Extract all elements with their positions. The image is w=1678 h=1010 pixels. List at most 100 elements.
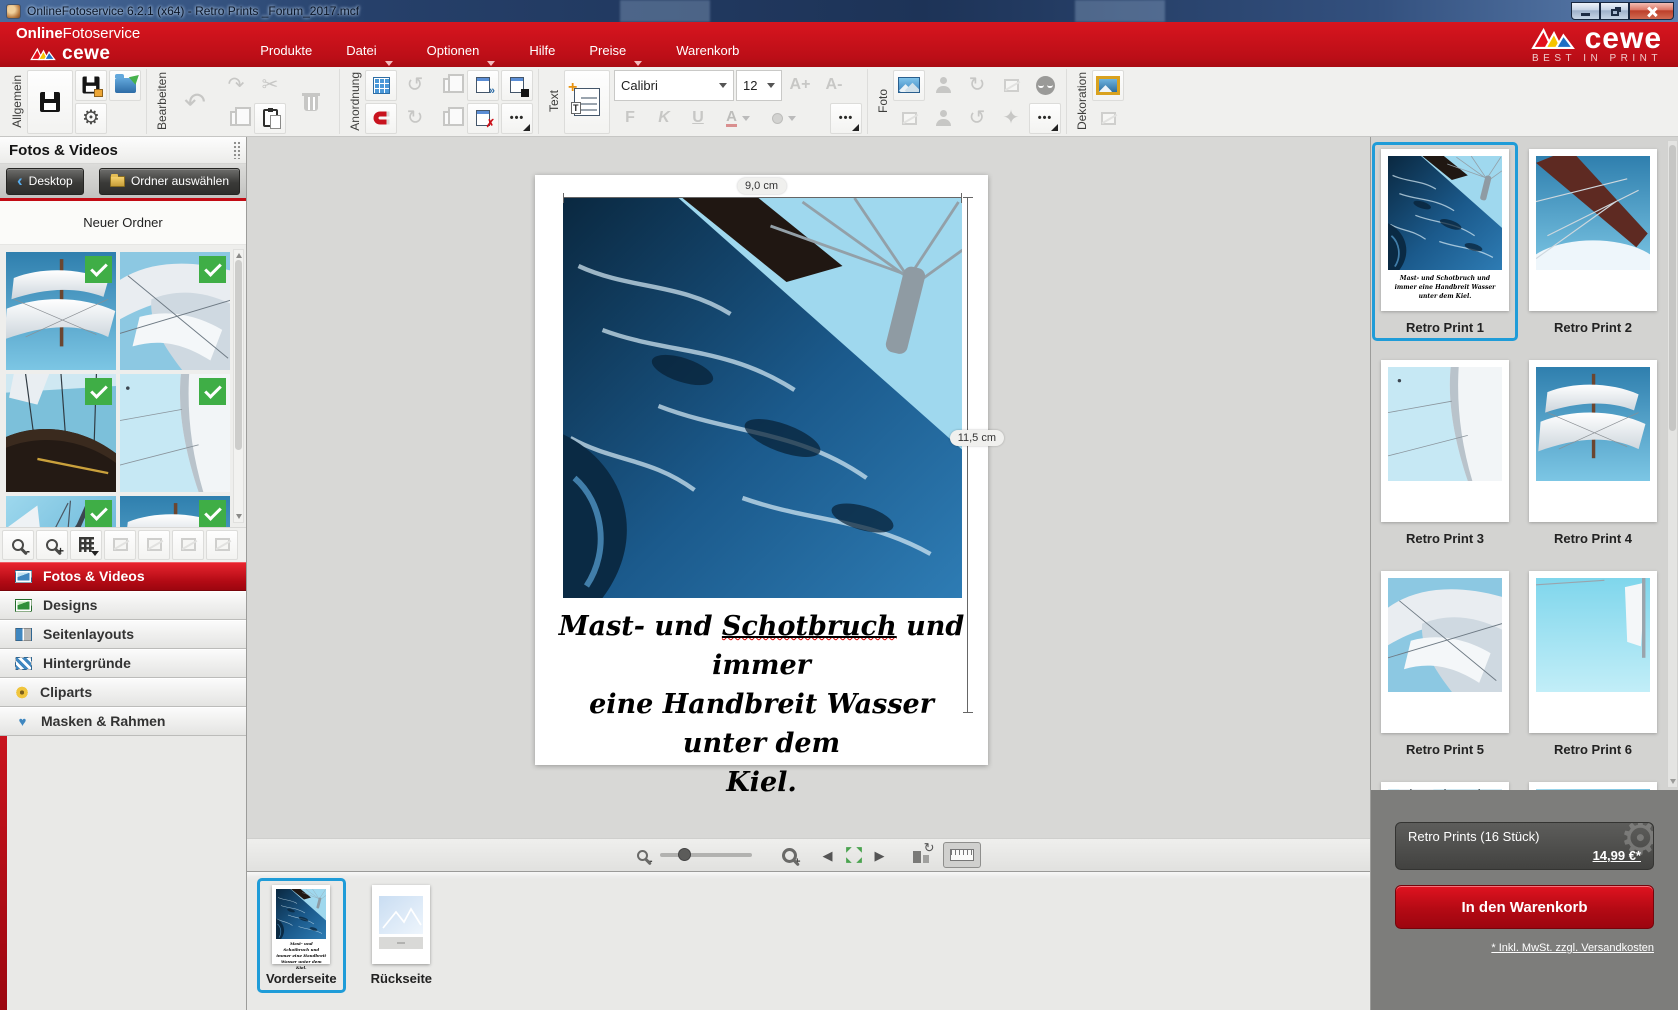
filter-button[interactable] (138, 530, 170, 560)
next-page-button[interactable]: ▶ (875, 849, 885, 862)
arrange-more-button[interactable]: ••• (501, 103, 533, 134)
toggle-ruler-button[interactable] (943, 842, 981, 868)
close-button[interactable] (1629, 2, 1674, 20)
print-item-7[interactable] (1372, 775, 1518, 790)
print-item-4[interactable]: Retro Print 4 (1520, 353, 1666, 552)
print-page[interactable]: 9,0 cm 11,5 cm Mast- und Schotbruch und … (535, 175, 988, 765)
canvas[interactable]: 9,0 cm 11,5 cm Mast- und Schotbruch und … (247, 137, 1370, 838)
info-button[interactable] (172, 530, 204, 560)
menu-produkte[interactable]: Produkte (260, 43, 312, 58)
print-list-scrollbar[interactable] (1667, 140, 1678, 788)
zoom-slider[interactable] (660, 853, 752, 857)
copy-button[interactable] (220, 103, 252, 134)
photo-thumbnail[interactable] (6, 496, 116, 527)
photo-rotate-ccw-button[interactable]: ↺ (961, 103, 993, 134)
back-desktop-button[interactable]: ‹ Desktop (6, 168, 84, 195)
product-price[interactable]: 14,99 €* (1593, 848, 1641, 863)
price-footnote-link[interactable]: * Inkl. MwSt. zzgl. Versandkosten (1395, 942, 1654, 954)
decoration-shape-button[interactable] (1092, 103, 1124, 134)
font-larger-button[interactable]: A+ (784, 70, 816, 101)
check-badge-icon[interactable] (199, 378, 226, 405)
rotate-ccw-button[interactable]: ↺ (399, 70, 431, 101)
scroll-down-icon[interactable] (1670, 779, 1676, 784)
italic-button[interactable]: K (648, 103, 680, 134)
photo-thumbnail[interactable] (6, 252, 116, 370)
photo-thumbnail[interactable] (6, 374, 116, 492)
print-photo[interactable] (563, 198, 962, 598)
check-badge-icon[interactable] (199, 256, 226, 283)
save-as-button[interactable] (75, 70, 107, 101)
open-button[interactable] (109, 70, 141, 101)
decoration-frame-button[interactable] (1092, 70, 1124, 101)
check-badge-icon[interactable] (85, 500, 112, 527)
menu-optionen[interactable]: Optionen (427, 43, 496, 58)
zoom-out-thumbs-button[interactable]: - (2, 530, 34, 560)
print-item-5[interactable]: Retro Print 5 (1372, 564, 1518, 763)
menu-warenkorb[interactable]: Warenkorb (676, 43, 739, 58)
font-color-button[interactable]: A (716, 103, 760, 134)
nav-seitenlayouts[interactable]: Seitenlayouts (0, 620, 246, 649)
insert-text-button[interactable] (564, 70, 610, 134)
page-thumb-rueckseite[interactable]: Rückseite (362, 878, 441, 993)
grid-button[interactable] (365, 70, 397, 101)
font-family-select[interactable]: Calibri (614, 70, 734, 101)
check-badge-icon[interactable] (85, 256, 112, 283)
save-layout-button[interactable] (501, 70, 533, 101)
photo-thumbnail[interactable] (120, 374, 230, 492)
menu-hilfe[interactable]: Hilfe (529, 43, 555, 58)
font-smaller-button[interactable]: A- (818, 70, 850, 101)
settings-button[interactable]: ⚙ (75, 103, 107, 134)
undo-button[interactable]: ↶ (172, 70, 218, 134)
font-size-select[interactable]: 12 (736, 70, 782, 101)
sort-button[interactable] (104, 530, 136, 560)
print-item-1[interactable]: Mast- und Schotbruch und immer eine Hand… (1372, 142, 1518, 341)
photo-thumbnail[interactable] (120, 252, 230, 370)
restore-button[interactable] (1600, 2, 1629, 20)
nav-designs[interactable]: Designs (0, 591, 246, 620)
paste-button[interactable] (254, 103, 286, 134)
choose-folder-button[interactable]: Ordner auswählen (99, 168, 240, 195)
print-item-8[interactable] (1520, 775, 1666, 790)
save-button[interactable] (27, 70, 73, 134)
bold-button[interactable]: F (614, 103, 646, 134)
redo-button[interactable]: ↷ (220, 70, 252, 101)
menu-datei[interactable]: Datei (346, 43, 392, 58)
minimize-button[interactable] (1571, 2, 1600, 20)
page-thumb-vorderseite[interactable]: Mast- und Schotbruch und immer eine Hand… (257, 878, 346, 993)
photo-rotate-cw-button[interactable]: ↻ (961, 70, 993, 101)
scrollbar-thumb[interactable] (235, 260, 242, 450)
print-item-3[interactable]: Retro Print 3 (1372, 353, 1518, 552)
layout-rotate-button[interactable]: ↻ (913, 847, 931, 863)
import-button[interactable] (206, 530, 238, 560)
swap-photo-button[interactable] (995, 70, 1027, 101)
delete-button[interactable] (288, 70, 334, 134)
add-to-cart-button[interactable]: In den Warenkorb (1395, 885, 1654, 929)
photo-more-button[interactable]: ••• (1029, 103, 1061, 134)
highlight-color-button[interactable] (762, 103, 806, 134)
underline-button[interactable]: U (682, 103, 714, 134)
titlebar[interactable]: OnlineFotoservice 6.2.1 (x64) - Retro Pr… (0, 0, 1678, 22)
zoom-in-button[interactable]: + (782, 848, 797, 863)
bring-forward-button[interactable] (433, 70, 465, 101)
photo-thumbnail[interactable] (120, 496, 230, 527)
apply-next-button[interactable]: » (467, 70, 499, 101)
snap-button[interactable] (365, 103, 397, 134)
print-item-6[interactable]: Retro Print 6 (1520, 564, 1666, 763)
scroll-up-icon[interactable] (236, 253, 242, 258)
panel-grip-icon[interactable] (233, 141, 240, 159)
view-mode-button[interactable] (70, 530, 102, 560)
scroll-down-icon[interactable] (236, 514, 242, 519)
add-person-button[interactable] (927, 103, 959, 134)
check-badge-icon[interactable] (199, 500, 226, 527)
nav-cliparts[interactable]: Cliparts (0, 678, 246, 707)
scrollbar-thumb[interactable] (1669, 145, 1676, 431)
red-eye-button[interactable] (1029, 70, 1061, 101)
delete-page-button[interactable]: ✗ (467, 103, 499, 134)
effects-button[interactable]: ✦ (995, 103, 1027, 134)
print-caption[interactable]: Mast- und Schotbruch und immer eine Hand… (549, 607, 974, 802)
print-item-2[interactable]: Retro Print 2 (1520, 142, 1666, 341)
zoom-in-thumbs-button[interactable]: + (36, 530, 68, 560)
zoom-out-button[interactable]: - (637, 850, 648, 861)
remove-person-button[interactable] (927, 70, 959, 101)
cut-button[interactable]: ✂ (254, 70, 286, 101)
